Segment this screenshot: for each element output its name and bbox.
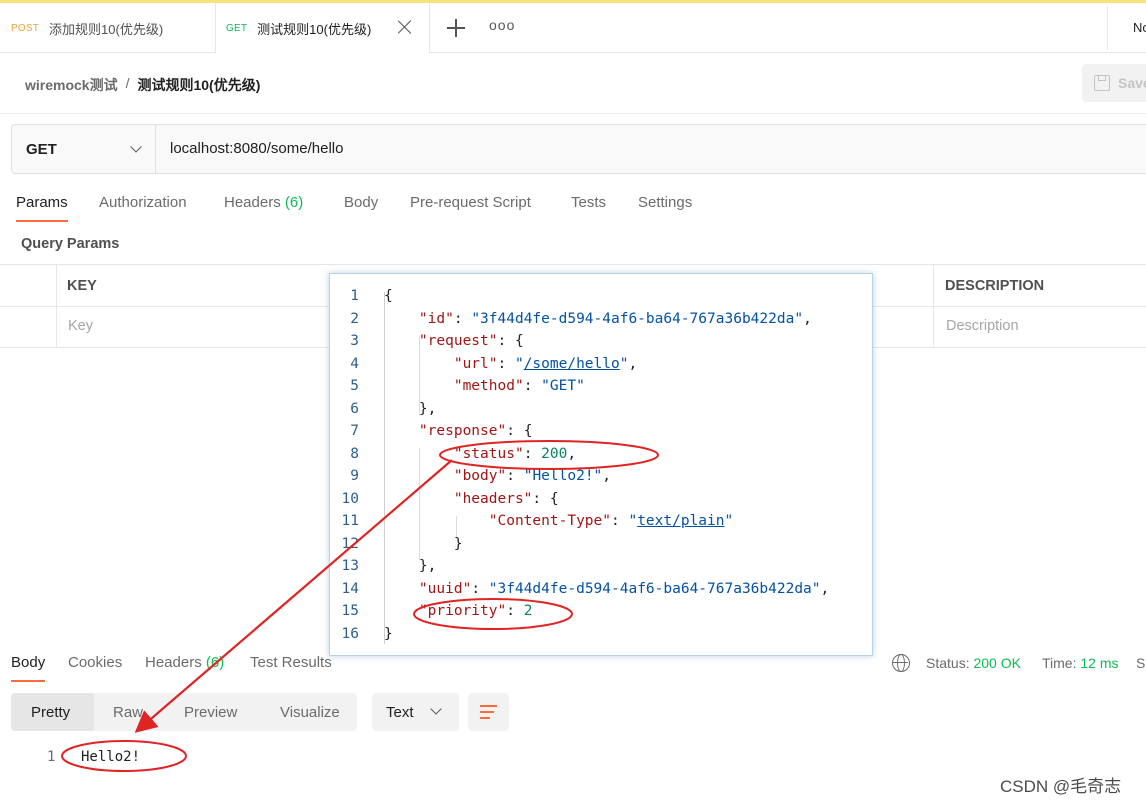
divider [1107,6,1108,50]
tab-params[interactable]: Params [16,194,68,222]
description-column-header: DESCRIPTION [945,278,1045,294]
tab-method-badge: GET [226,22,248,34]
breadcrumb-separator: / [125,75,130,91]
tab-pre-request-script[interactable]: Pre-request Script [410,194,531,211]
tab-test-results[interactable]: Test Results [250,654,332,671]
code-line: 7 "response": { [350,423,533,439]
tab-body[interactable]: Body [344,194,378,211]
tab-label: Headers [224,194,281,211]
environment-selector[interactable]: No [1133,20,1146,35]
response-body-text: Hello2! [81,749,141,765]
new-tab-plus-icon[interactable] [447,19,465,37]
divider [0,113,1146,114]
tab-tests[interactable]: Tests [571,194,606,211]
query-params-title: Query Params [21,236,120,252]
tab-response-body[interactable]: Body [11,654,46,682]
tab-method-badge: POST [11,22,40,34]
code-line: 4 "url": "/some/hello", [350,356,638,372]
format-dropdown[interactable]: Text [372,693,459,731]
save-icon [1094,75,1110,91]
save-button[interactable]: Save [1082,64,1146,102]
close-icon[interactable] [397,19,413,35]
tab-settings[interactable]: Settings [638,194,692,211]
format-value: Text [386,703,414,721]
key-column-header: KEY [67,278,97,294]
globe-icon[interactable] [892,654,910,672]
code-line: 9 "body": "Hello2!", [350,468,612,484]
time-value: 12 ms [1080,655,1119,671]
method-dropdown[interactable]: GET [12,125,156,173]
stub-mapping-code-popup: 1{ 2 "id": "3f44d4fe-d594-4af6-ba64-767a… [329,273,873,656]
tab-post-add-rule[interactable]: POST 添加规则10(优先级) [0,3,216,53]
tab-title: 测试规则10(优先级) [257,21,372,37]
response-line-number: 1 [47,749,56,765]
code-line: 16} [341,626,393,642]
code-line: 13 }, [341,558,437,574]
save-label: Save [1118,75,1146,91]
code-line: 11 "Content-Type": "text/plain" [341,513,734,529]
column-divider [933,265,934,348]
wrap-icon [480,705,497,707]
tab-response-headers[interactable]: Headers (6) [145,654,224,671]
status-value: 200 OK [973,655,1021,671]
code-line: 1{ [350,288,393,304]
watermark: CSDN @毛奇志 [1000,777,1122,796]
url-input[interactable]: localhost:8080/some/hello [170,140,343,157]
headers-count: (6) [284,194,304,211]
chevron-down-icon [130,141,142,153]
tab-cookies[interactable]: Cookies [68,654,122,671]
code-line: 3 "request": { [350,333,524,349]
time-label: Time: [1042,655,1077,671]
more-tabs-icon[interactable]: ooo [489,17,515,33]
breadcrumb-collection[interactable]: wiremock测试 [25,75,118,95]
code-line: 14 "uuid": "3f44d4fe-d594-4af6-ba64-767a… [341,581,830,597]
view-preview-button[interactable]: Preview [184,693,237,731]
view-visualize-button[interactable]: Visualize [280,693,340,731]
url-bar: GET localhost:8080/some/hello [11,124,1146,174]
view-mode-group: Pretty Raw Preview Visualize [11,693,357,731]
code-line: 5 "method": "GET" [350,378,585,394]
key-input[interactable]: Key [68,318,93,334]
code-line: 2 "id": "3f44d4fe-d594-4af6-ba64-767a36b… [350,311,812,327]
view-pretty-button[interactable]: Pretty [11,693,94,731]
code-line: 8 "status": 200, [350,446,577,462]
headers-count: (6) [205,654,225,671]
view-raw-button[interactable]: Raw [113,693,143,731]
request-tab-bar: POST 添加规则10(优先级) GET 测试规则10(优先级) ooo No [0,3,1146,53]
breadcrumb: wiremock测试 / 测试规则10(优先级) [25,75,260,95]
status-readout: Status: 200 OK [926,655,1021,671]
column-divider [56,265,57,348]
code-line: 6 }, [350,401,437,417]
wrap-lines-button[interactable] [468,693,509,731]
time-readout[interactable]: Time: 12 ms [1042,655,1119,671]
tab-authorization[interactable]: Authorization [99,194,187,211]
chevron-down-icon [430,703,442,715]
code-line: 12 } [341,536,463,552]
tab-title: 添加规则10(优先级) [49,21,164,37]
tab-label: Headers [145,654,202,671]
status-label: Status: [926,655,970,671]
tab-headers[interactable]: Headers (6) [224,194,303,211]
code-line: 10 "headers": { [341,491,559,507]
tab-get-test-rule[interactable]: GET 测试规则10(优先级) [216,3,430,53]
description-input[interactable]: Description [946,318,1019,334]
method-value: GET [26,140,57,158]
code-line: 15 "priority": 2 [341,603,533,619]
breadcrumb-request-name[interactable]: 测试规则10(优先级) [137,75,260,95]
size-readout[interactable]: Si [1136,655,1146,671]
